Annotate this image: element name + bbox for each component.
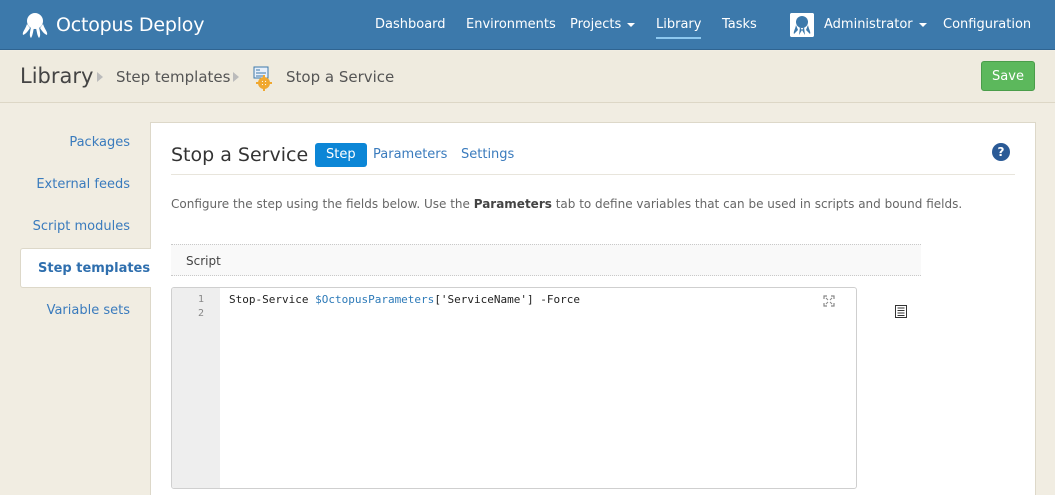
breadcrumb-step-templates[interactable]: Step templates [116,68,230,86]
fullscreen-icon[interactable] [823,295,835,307]
sidebar-item-packages[interactable]: Packages [69,135,130,150]
help-icon[interactable]: ? [992,143,1010,161]
user-avatar-icon[interactable] [790,13,814,37]
top-navbar: Octopus Deploy Dashboard Environments Pr… [0,0,1055,50]
tab-settings[interactable]: Settings [461,143,514,167]
sidebar-item-script-modules[interactable]: Script modules [33,219,130,234]
nav-projects-label: Projects [570,17,622,32]
chevron-down-icon [918,22,927,27]
tab-parameters[interactable]: Parameters [373,143,447,167]
script-section-header: Script [171,244,921,276]
brand[interactable]: Octopus Deploy [20,9,204,41]
main-panel: Stop a Service Step Parameters Settings … [150,122,1036,495]
nav-environments[interactable]: Environments [466,0,556,50]
sidebar-item-external-feeds[interactable]: External feeds [36,177,130,192]
sidebar-item-label: Step templates [38,261,151,276]
panel-title: Stop a Service [171,144,309,166]
document-icon[interactable] [895,305,907,318]
nav-user-label: Administrator [824,17,913,32]
octopus-logo-icon [22,13,48,38]
code-line[interactable]: Stop-Service $OctopusParameters['Service… [229,293,580,306]
script-editor[interactable]: 1 2 Stop-Service $OctopusParameters['Ser… [171,287,857,489]
brand-name: Octopus Deploy [56,14,205,36]
code-token: ['ServiceName'] -Force [434,293,581,306]
step-description: Configure the step using the fields belo… [171,197,962,211]
desc-text: tab to define variables that can be used… [551,197,963,211]
breadcrumb-root[interactable]: Library [20,64,93,88]
nav-user-menu[interactable]: Administrator [824,0,927,50]
tab-step[interactable]: Step [315,143,367,167]
editor-gutter: 1 2 [172,288,220,488]
chevron-right-icon [97,72,103,82]
step-template-icon [253,66,272,91]
desc-text: Configure the step using the fields belo… [171,197,474,211]
sidebar-item-variable-sets[interactable]: Variable sets [47,303,130,318]
code-token: Stop-Service [229,293,316,306]
nav-tasks[interactable]: Tasks [722,0,757,50]
sidebar-item-step-templates[interactable]: Step templates [20,248,151,288]
nav-projects[interactable]: Projects [570,0,636,50]
chevron-down-icon [627,22,636,27]
breadcrumb: Library Step templates Stop a Service Sa… [0,51,1055,103]
nav-configuration[interactable]: Configuration [943,0,1031,50]
page-title: Stop a Service [286,68,395,86]
line-number: 1 [197,294,204,305]
chevron-right-icon [233,72,239,82]
code-token-variable: $OctopusParameters [315,293,435,306]
desc-bold: Parameters [473,197,552,211]
section-label: Script [186,254,221,268]
save-button[interactable]: Save [981,61,1035,91]
divider [171,174,1015,175]
line-number: 2 [197,308,204,319]
nav-library[interactable]: Library [656,0,702,50]
nav-dashboard[interactable]: Dashboard [375,0,446,50]
